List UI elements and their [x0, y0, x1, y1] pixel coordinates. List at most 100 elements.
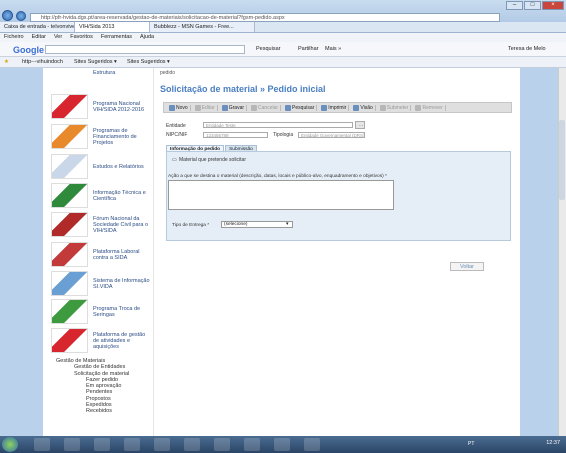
sidebar-item-image[interactable] — [51, 271, 88, 296]
lookup-button[interactable]: ... — [355, 121, 365, 129]
toolbar-button-label: Imprimir — [328, 104, 347, 111]
toolbar-button-icon — [221, 104, 228, 111]
sidebar-item-label[interactable]: Estudos e Relatórios — [93, 164, 151, 170]
maximize-button[interactable]: □ — [524, 1, 541, 10]
sidebar-item-image[interactable] — [51, 124, 88, 149]
sidebar-item-label[interactable]: Plataforma de gestão de atividades e aqu… — [93, 332, 151, 350]
toolbar-button-label: Novo — [176, 104, 188, 111]
menu-ficheiro[interactable]: Ficheiro — [4, 33, 24, 42]
back-button[interactable]: Voltar — [450, 262, 484, 271]
sidebar-item[interactable]: Plataforma Laboral contra a SIDA — [51, 242, 151, 267]
delivery-select[interactable]: (selecione) — [221, 221, 293, 228]
menu-ferramentas[interactable]: Ferramentas — [101, 33, 132, 42]
taskbar-ppt-icon[interactable] — [214, 438, 230, 451]
toolbar-button[interactable]: Visão — [351, 104, 376, 111]
sidebar-partial-item[interactable]: Estrutura — [93, 70, 115, 76]
sidebar-item-label[interactable]: Programa Troca de Seringas — [93, 306, 151, 318]
toolbar-button[interactable]: Gravar — [220, 104, 248, 111]
document-icon[interactable]: ▭ — [172, 157, 177, 163]
sidebar-item[interactable]: Informação Técnica e Científica — [51, 183, 151, 208]
sidebar-item-label[interactable]: Informação Técnica e Científica — [93, 190, 151, 202]
material-link[interactable]: Material que pretende solicitar — [179, 157, 246, 163]
sidebar-item-image[interactable] — [51, 299, 88, 324]
taskbar-pdf-icon[interactable] — [244, 438, 260, 451]
sidebar-item[interactable]: Programas de Financiamento de Projetos — [51, 124, 151, 149]
sidebar-item[interactable]: Programa Troca de Seringas — [51, 299, 151, 324]
taskbar-outlook-icon[interactable] — [124, 438, 140, 451]
tab-vih-sida[interactable]: VIH/Sida 2013 — [75, 22, 150, 32]
more-button[interactable]: Mais » — [325, 46, 341, 52]
minimize-button[interactable]: – — [506, 1, 523, 10]
taskbar-excel-icon[interactable] — [184, 438, 200, 451]
user-name[interactable]: Teresa de Melo — [508, 46, 546, 52]
toolbar-button[interactable]: Novo — [167, 104, 191, 111]
toolbar-button[interactable]: Submeter — [378, 104, 412, 111]
google-search-input[interactable] — [45, 45, 245, 54]
back-icon[interactable] — [2, 10, 13, 21]
scrollbar-thumb[interactable] — [559, 120, 565, 200]
fav-link-2[interactable]: Sites Sugeridos ▾ — [74, 57, 117, 68]
toolbar-button[interactable]: Imprimir — [319, 104, 350, 111]
form-toolbar: Novo Editar Gravar Cancelar Pesquisar Imprimi… — [163, 102, 512, 113]
toolbar-button[interactable]: Cancelar — [249, 104, 282, 111]
menu-favoritos[interactable]: Favoritos — [70, 33, 93, 42]
taskbar-ie-icon[interactable] — [34, 438, 50, 451]
sidebar-item-label[interactable]: Plataforma Laboral contra a SIDA — [93, 249, 151, 261]
menu-ajuda[interactable]: Ajuda — [140, 33, 154, 42]
left-margin — [0, 68, 43, 436]
sidebar-item-label[interactable]: Programa Nacional VIH/SIDA 2012-2016 — [93, 101, 151, 113]
toolbar-button[interactable]: Remover — [413, 104, 446, 111]
sidebar-item-label[interactable]: Fórum Nacional da Sociedade Civil para o… — [93, 216, 151, 234]
tipologia-field[interactable]: Entidade Governamental (DRS) — [298, 132, 365, 138]
sidebar-item-image[interactable] — [51, 94, 88, 119]
toolbar-button[interactable]: Editar — [193, 104, 218, 111]
sidebar-item[interactable]: Plataforma de gestão de atividades e aqu… — [51, 328, 151, 353]
fav-link-1[interactable]: http---vihuindoch — [22, 57, 63, 68]
tipologia-label: Tipologia — [273, 132, 294, 138]
close-button[interactable]: × — [542, 1, 564, 10]
taskbar-media-icon[interactable] — [94, 438, 110, 451]
toolbar-button-icon — [415, 104, 422, 111]
language-indicator[interactable]: PT — [468, 441, 474, 447]
sidebar-item-image[interactable] — [51, 183, 88, 208]
toolbar-button[interactable]: Pesquisar — [283, 104, 318, 111]
fav-link-3[interactable]: Sites Sugeridos ▾ — [127, 57, 170, 68]
sidebar-item-image[interactable] — [51, 154, 88, 179]
taskbar-app-icon[interactable] — [274, 438, 290, 451]
breadcrumb: pedido — [160, 70, 176, 76]
google-toolbar: Google Pesquisar Partilhar Mais » Teresa… — [0, 42, 566, 57]
taskbar-app2-icon[interactable] — [304, 438, 320, 451]
star-icon[interactable]: ★ — [4, 57, 9, 68]
favorites-bar: ★ http---vihuindoch Sites Sugeridos ▾ Si… — [0, 57, 566, 68]
toolbar-button-icon — [169, 104, 175, 111]
sidebar-item-label[interactable]: Sistema de Informação SI.VIDA — [93, 278, 151, 290]
start-button[interactable] — [2, 437, 18, 452]
sidebar-item[interactable]: Estudos e Relatórios — [51, 154, 151, 179]
menu-ver[interactable]: Ver — [54, 33, 62, 42]
clock: 12:37 — [546, 440, 560, 446]
sidebar-item[interactable]: Sistema de Informação SI.VIDA — [51, 271, 151, 296]
tab-email[interactable]: Caixa de entrada - telvonviveis... — [0, 22, 75, 32]
chevron-down-icon[interactable]: ▾ — [286, 221, 289, 227]
sidebar-item-image[interactable] — [51, 328, 88, 353]
sidebar-item-label[interactable]: Programas de Financiamento de Projetos — [93, 128, 151, 146]
sidebar-item-image[interactable] — [51, 242, 88, 267]
sidebar-item-image[interactable] — [51, 212, 88, 237]
action-textarea[interactable] — [168, 180, 394, 210]
entity-field[interactable]: Entidade Teste — [203, 122, 353, 128]
sidebar-item[interactable]: Programa Nacional VIH/SIDA 2012-2016 — [51, 94, 151, 119]
tab-bubblezz[interactable]: Bubblezz - MSN Games - Free... — [150, 22, 255, 32]
google-search-button[interactable]: Pesquisar — [256, 46, 280, 52]
sidebar-item[interactable]: Fórum Nacional da Sociedade Civil para o… — [51, 212, 151, 237]
address-bar[interactable]: http://pfr-hvida.dgs.pt/area-reservada/g… — [30, 13, 500, 22]
taskbar-explorer-icon[interactable] — [64, 438, 80, 451]
toolbar-button-icon — [251, 104, 258, 111]
share-button[interactable]: Partilhar — [298, 46, 318, 52]
taskbar-word-icon[interactable] — [154, 438, 170, 451]
nipc-field[interactable]: 123456789 — [203, 132, 268, 138]
menu-editar[interactable]: Editar — [32, 33, 46, 42]
forward-icon[interactable] — [16, 11, 26, 21]
nipc-label: NIPC/NIF — [166, 132, 188, 138]
tree-recebidos[interactable]: Recebidos — [56, 408, 129, 414]
page-title: Solicitação de material » Pedido inicial — [160, 84, 326, 94]
